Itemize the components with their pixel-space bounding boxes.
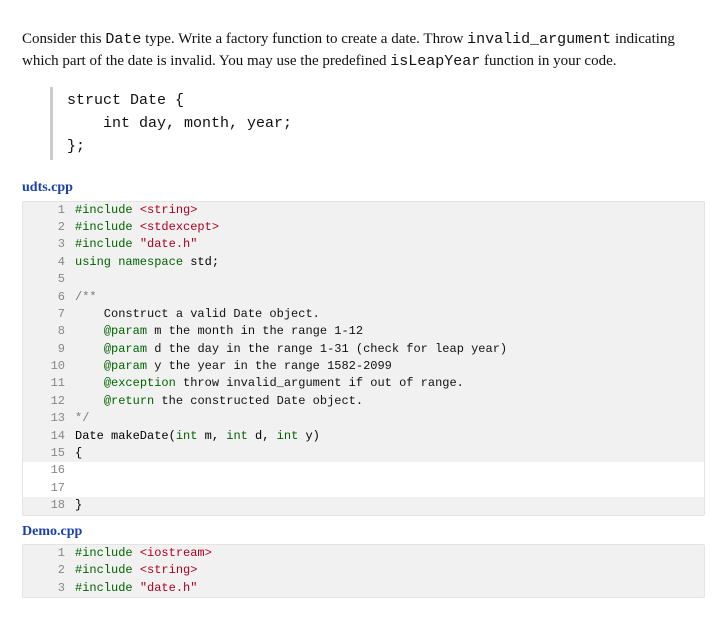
line-source: @param m the month in the range 1-12 xyxy=(75,323,704,340)
inline-code-date: Date xyxy=(105,31,141,48)
line-number: 6 xyxy=(23,289,75,306)
inline-code-isleapyear: isLeapYear xyxy=(390,53,480,70)
code-line: 1#include <string> xyxy=(23,202,704,219)
code-line: 9 @param d the day in the range 1-31 (ch… xyxy=(23,341,704,358)
line-number: 3 xyxy=(23,236,75,253)
line-number: 5 xyxy=(23,271,75,288)
line-number: 1 xyxy=(23,202,75,219)
code-line: 15{ xyxy=(23,445,704,462)
line-source: { xyxy=(75,445,704,462)
code-line[interactable]: 16 xyxy=(23,462,704,479)
line-number: 12 xyxy=(23,393,75,410)
code-line: 3#include "date.h" xyxy=(23,236,704,253)
line-source: #include <iostream> xyxy=(75,545,704,562)
line-number: 8 xyxy=(23,323,75,340)
line-number: 13 xyxy=(23,410,75,427)
code-line: 11 @exception throw invalid_argument if … xyxy=(23,375,704,392)
line-number: 15 xyxy=(23,445,75,462)
line-source: @param d the day in the range 1-31 (chec… xyxy=(75,341,704,358)
line-source xyxy=(75,480,704,497)
line-source xyxy=(75,462,704,479)
code-line: 4using namespace std; xyxy=(23,254,704,271)
code-line: 5 xyxy=(23,271,704,288)
code-listing: 1#include <string>2#include <stdexcept>3… xyxy=(22,201,705,516)
line-number: 2 xyxy=(23,562,75,579)
code-line: 1#include <iostream> xyxy=(23,545,704,562)
code-line: 6/** xyxy=(23,289,704,306)
line-number: 1 xyxy=(23,545,75,562)
instruction-paragraph: Consider this Date type. Write a factory… xyxy=(22,29,705,73)
intro-text: function in your code. xyxy=(480,53,616,69)
line-number: 9 xyxy=(23,341,75,358)
inline-code-invalid-argument: invalid_argument xyxy=(467,31,611,48)
code-line: 7 Construct a valid Date object. xyxy=(23,306,704,323)
line-number: 10 xyxy=(23,358,75,375)
line-source: */ xyxy=(75,410,704,427)
line-number: 3 xyxy=(23,580,75,597)
code-line: 12 @return the constructed Date object. xyxy=(23,393,704,410)
line-source: #include <string> xyxy=(75,202,704,219)
intro-text: type. Write a factory function to create… xyxy=(141,31,467,47)
code-line: 3#include "date.h" xyxy=(23,580,704,597)
line-source: #include "date.h" xyxy=(75,236,704,253)
line-number: 4 xyxy=(23,254,75,271)
line-source: using namespace std; xyxy=(75,254,704,271)
line-number: 16 xyxy=(23,462,75,479)
code-listings: udts.cpp1#include <string>2#include <std… xyxy=(22,178,705,598)
code-line: 18} xyxy=(23,497,704,514)
line-source: @exception throw invalid_argument if out… xyxy=(75,375,704,392)
line-source: @param y the year in the range 1582-2099 xyxy=(75,358,704,375)
line-number: 11 xyxy=(23,375,75,392)
line-number: 17 xyxy=(23,480,75,497)
code-line: 10 @param y the year in the range 1582-2… xyxy=(23,358,704,375)
line-source: @return the constructed Date object. xyxy=(75,393,704,410)
code-line: 14Date makeDate(int m, int d, int y) xyxy=(23,428,704,445)
line-source: Construct a valid Date object. xyxy=(75,306,704,323)
line-source: #include <string> xyxy=(75,562,704,579)
struct-snippet: struct Date { int day, month, year; }; xyxy=(50,87,705,161)
intro-text: Consider this xyxy=(22,31,105,47)
code-line[interactable]: 17 xyxy=(23,480,704,497)
line-number: 2 xyxy=(23,219,75,236)
code-line: 13*/ xyxy=(23,410,704,427)
line-source: #include "date.h" xyxy=(75,580,704,597)
line-number: 7 xyxy=(23,306,75,323)
line-source: /** xyxy=(75,289,704,306)
code-line: 2#include <stdexcept> xyxy=(23,219,704,236)
line-number: 18 xyxy=(23,497,75,514)
line-source: } xyxy=(75,497,704,514)
line-number: 14 xyxy=(23,428,75,445)
code-line: 2#include <string> xyxy=(23,562,704,579)
line-source xyxy=(75,271,704,288)
file-name: udts.cpp xyxy=(22,178,705,198)
line-source: Date makeDate(int m, int d, int y) xyxy=(75,428,704,445)
line-source: #include <stdexcept> xyxy=(75,219,704,236)
code-line: 8 @param m the month in the range 1-12 xyxy=(23,323,704,340)
file-name: Demo.cpp xyxy=(22,522,705,542)
code-listing: 1#include <iostream>2#include <string>3#… xyxy=(22,544,705,598)
